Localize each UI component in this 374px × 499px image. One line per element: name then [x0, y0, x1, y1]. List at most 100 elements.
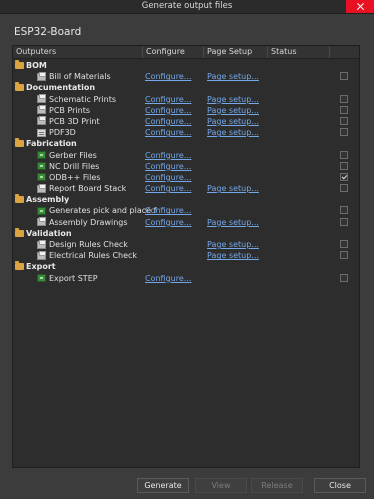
column-configure: Configure — [146, 47, 185, 56]
outputer-label: Electrical Rules Check — [49, 251, 138, 261]
outputer-label: PCB 3D Print — [49, 116, 100, 126]
print-icon — [37, 250, 46, 260]
outputer-label: NC Drill Files — [49, 161, 100, 171]
print-icon — [37, 105, 46, 115]
column-divider[interactable] — [203, 46, 204, 58]
page-setup-link[interactable]: Page setup... — [207, 239, 259, 250]
enable-checkbox[interactable] — [340, 161, 348, 170]
configure-link[interactable]: Configure... — [145, 150, 191, 161]
enable-checkbox[interactable] — [340, 128, 348, 137]
outputs-tree: BOM Bill of Materials Configure... Page set… — [13, 60, 359, 284]
page-setup-link[interactable]: Page setup... — [207, 94, 259, 105]
outputer-row[interactable]: NC Drill Files Configure... — [13, 161, 359, 172]
close-button[interactable]: Close — [314, 478, 366, 493]
enable-checkbox[interactable] — [340, 72, 348, 81]
outputer-row[interactable]: Bill of Materials Configure... Page setup.… — [13, 71, 359, 82]
category-row[interactable]: Assembly — [13, 194, 359, 205]
configure-link[interactable]: Configure... — [145, 205, 191, 216]
print-icon — [37, 116, 46, 126]
category-label: Assembly — [26, 195, 70, 205]
outputer-row[interactable]: Export STEP Configure... — [13, 273, 359, 284]
category-row[interactable]: BOM — [13, 60, 359, 71]
folder-icon — [15, 261, 24, 271]
outputer-row[interactable]: Generates pick and place f Configure... — [13, 205, 359, 216]
outputer-row[interactable]: Schematic Prints Configure... Page setup..… — [13, 94, 359, 105]
doc-icon — [37, 128, 46, 137]
generate-button[interactable]: Generate — [137, 478, 189, 493]
fabrication-icon — [37, 274, 46, 283]
enable-checkbox[interactable] — [340, 116, 348, 125]
print-icon — [37, 239, 46, 249]
configure-link[interactable]: Configure... — [145, 183, 191, 194]
column-divider[interactable] — [267, 46, 268, 58]
outputer-row[interactable]: PCB 3D Print Configure... Page setup... — [13, 116, 359, 127]
outputer-label: Schematic Prints — [49, 94, 117, 104]
enable-checkbox[interactable] — [340, 206, 348, 215]
page-setup-link[interactable]: Page setup... — [207, 217, 259, 228]
print-icon — [37, 217, 46, 227]
page-setup-link[interactable]: Page setup... — [207, 127, 259, 138]
column-divider[interactable] — [329, 46, 330, 58]
outputer-row[interactable]: ODB++ Files Configure... — [13, 172, 359, 183]
print-icon — [37, 94, 46, 104]
enable-checkbox[interactable] — [340, 150, 348, 159]
page-setup-link[interactable]: Page setup... — [207, 71, 259, 82]
fabrication-icon — [37, 162, 46, 171]
enable-checkbox[interactable] — [340, 251, 348, 260]
bom-icon — [37, 71, 46, 81]
category-row[interactable]: Validation — [13, 227, 359, 239]
enable-checkbox[interactable] — [340, 94, 348, 103]
outputs-panel: Outputers Configure Page Setup Status BO… — [12, 45, 360, 468]
configure-link[interactable]: Configure... — [145, 105, 191, 116]
outputer-label: Design Rules Check — [49, 240, 128, 249]
outputer-row[interactable]: Gerber Files Configure... — [13, 150, 359, 161]
view-button[interactable]: View — [195, 478, 247, 493]
fabrication-icon — [37, 206, 46, 215]
column-divider[interactable] — [142, 46, 143, 58]
outputer-row[interactable]: PCB Prints Configure... Page setup... — [13, 105, 359, 116]
title-bar: Generate output files — [0, 0, 374, 14]
configure-link[interactable]: Configure... — [145, 161, 191, 172]
category-label: Documentation — [26, 83, 96, 93]
page-setup-link[interactable]: Page setup... — [207, 250, 259, 261]
page-setup-link[interactable]: Page setup... — [207, 116, 259, 127]
outputer-label: Assembly Drawings — [49, 217, 128, 227]
configure-link[interactable]: Configure... — [145, 116, 191, 127]
outputer-row[interactable]: Design Rules Check Page setup... — [13, 239, 359, 250]
enable-checkbox[interactable] — [340, 105, 348, 114]
release-button[interactable]: Release — [251, 478, 303, 493]
print-icon — [37, 183, 46, 193]
category-label: Export — [26, 262, 56, 272]
configure-link[interactable]: Configure... — [145, 172, 191, 183]
outputer-row[interactable]: Assembly Drawings Configure... Page setup.… — [13, 217, 359, 228]
category-row[interactable]: Documentation — [13, 82, 359, 93]
outputer-label: PCB Prints — [49, 105, 91, 115]
configure-link[interactable]: Configure... — [145, 94, 191, 105]
page-setup-link[interactable]: Page setup... — [207, 183, 259, 194]
category-label: Fabrication — [26, 139, 77, 149]
outputer-row[interactable]: PDF3D Configure... Page setup... — [13, 127, 359, 138]
category-label: Validation — [26, 228, 72, 238]
outputer-label: Generates pick and place f — [49, 206, 157, 216]
enable-checkbox[interactable] — [340, 184, 348, 193]
enable-checkbox[interactable] — [340, 217, 348, 226]
configure-link[interactable]: Configure... — [145, 127, 191, 138]
enable-checkbox[interactable] — [340, 172, 348, 181]
outputer-row[interactable]: Report Board Stack Configure... Page setup… — [13, 183, 359, 194]
project-name: ESP32-Board — [14, 26, 82, 38]
column-page-setup: Page Setup — [207, 47, 253, 56]
outputer-row[interactable]: Electrical Rules Check Page setup... — [13, 250, 359, 261]
category-row[interactable]: Fabrication — [13, 138, 359, 149]
enable-checkbox[interactable] — [340, 240, 348, 248]
configure-link[interactable]: Configure... — [145, 273, 191, 284]
outputer-label: Report Board Stack — [49, 184, 127, 194]
configure-link[interactable]: Configure... — [145, 71, 191, 82]
close-window-button[interactable] — [346, 0, 374, 13]
category-row[interactable]: Export — [13, 261, 359, 272]
configure-link[interactable]: Configure... — [145, 217, 191, 228]
page-setup-link[interactable]: Page setup... — [207, 105, 259, 116]
folder-icon — [15, 82, 24, 92]
category-label: BOM — [26, 61, 47, 70]
outputer-label: ODB++ Files — [49, 172, 101, 182]
enable-checkbox[interactable] — [340, 273, 348, 282]
